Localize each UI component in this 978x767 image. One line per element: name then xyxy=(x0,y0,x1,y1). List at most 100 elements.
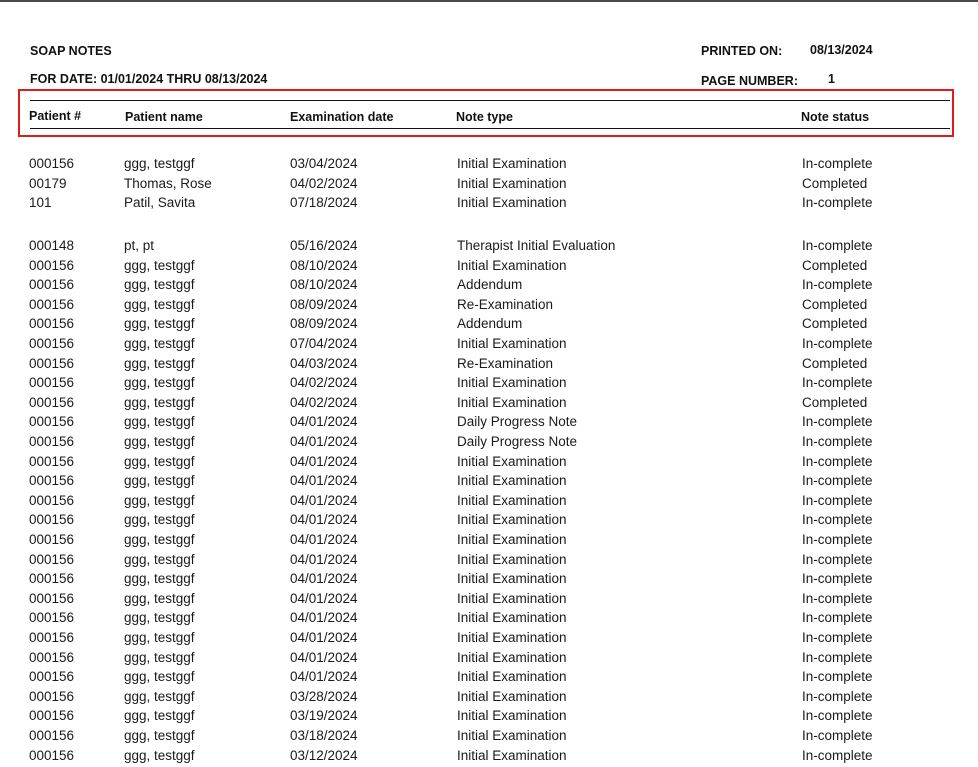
patient-number-cell: 000156 xyxy=(29,728,75,743)
examination-date-cell: 08/10/2024 xyxy=(290,277,358,293)
patient-name-cell: ggg, testggf xyxy=(124,414,195,430)
patient-number-cell: 000156 xyxy=(29,649,75,665)
patient-name-cell: ggg, testggf xyxy=(124,551,195,567)
patient-number-cell: 000156 xyxy=(29,532,75,547)
table-row: 000156 ggg, testggf 04/01/2024 Initial Exam… xyxy=(0,532,978,551)
note-status-cell: In-complete xyxy=(802,375,873,391)
patient-number-cell: 000156 xyxy=(29,375,75,391)
examination-date-cell: 08/10/2024 xyxy=(290,257,358,273)
patient-name-cell: ggg, testggf xyxy=(124,610,195,626)
note-status-cell: In-complete xyxy=(802,277,873,293)
patient-number-cell: 000156 xyxy=(29,453,75,469)
patient-number-cell: 101 xyxy=(29,195,52,211)
patient-number-cell: 00179 xyxy=(29,175,67,191)
patient-name-cell: ggg, testggf xyxy=(124,688,195,704)
patient-name-cell: ggg, testggf xyxy=(124,336,195,351)
table-row: 000156 ggg, testggf 08/09/2024 Addendum Comp… xyxy=(0,316,978,335)
note-type-cell: Initial Examination xyxy=(457,512,567,528)
examination-date-cell: 04/01/2024 xyxy=(290,512,358,528)
table-row: 000156 ggg, testggf 04/01/2024 Initial Exam… xyxy=(0,650,978,669)
note-status-cell: In-complete xyxy=(802,492,873,508)
note-type-cell: Initial Examination xyxy=(457,571,567,587)
patient-name-cell: ggg, testggf xyxy=(124,669,195,685)
patient-number-cell: 000156 xyxy=(29,316,75,332)
examination-date-cell: 04/01/2024 xyxy=(290,590,358,606)
table-row: 000156 ggg, testggf 03/04/2024 Initial Exam… xyxy=(0,156,978,175)
examination-date-cell: 08/09/2024 xyxy=(290,316,358,332)
note-type-cell: Initial Examination xyxy=(457,649,567,665)
note-status-cell: Completed xyxy=(802,175,868,191)
table-row: 000156 ggg, testggf 04/02/2024 Initial Exam… xyxy=(0,395,978,414)
patient-name-cell: ggg, testggf xyxy=(124,473,195,489)
examination-date-cell: 04/01/2024 xyxy=(290,532,358,547)
patient-name-cell: ggg, testggf xyxy=(124,630,195,645)
examination-date-cell: 07/04/2024 xyxy=(290,336,358,351)
patient-number-cell: 000156 xyxy=(29,355,75,371)
table-row: 000156 ggg, testggf 04/01/2024 Initial Exam… xyxy=(0,591,978,610)
examination-date-cell: 03/04/2024 xyxy=(290,156,358,171)
examination-date-cell: 04/01/2024 xyxy=(290,473,358,489)
examination-date-cell: 04/01/2024 xyxy=(290,669,358,685)
table-row: 000156 ggg, testggf 04/01/2024 Initial Exam… xyxy=(0,571,978,590)
patient-name-cell: ggg, testggf xyxy=(124,532,195,547)
note-status-cell: Completed xyxy=(802,296,868,312)
patient-name-cell: ggg, testggf xyxy=(124,257,195,273)
note-status-cell: In-complete xyxy=(802,238,873,253)
patient-number-cell: 000156 xyxy=(29,473,75,489)
patient-number-cell: 000156 xyxy=(29,551,75,567)
patient-name-cell: ggg, testggf xyxy=(124,156,195,171)
note-type-cell: Initial Examination xyxy=(457,257,567,273)
patient-number-cell: 000156 xyxy=(29,336,75,351)
patient-name-cell: ggg, testggf xyxy=(124,453,195,469)
table-row: 000156 ggg, testggf 07/04/2024 Initial Exam… xyxy=(0,336,978,355)
note-status-cell: Completed xyxy=(802,355,868,371)
patient-number-cell: 000148 xyxy=(29,238,75,253)
note-status-cell: In-complete xyxy=(802,414,873,430)
table-row: 00179 Thomas, Rose 04/02/2024 Initial Exami… xyxy=(0,176,978,195)
note-status-cell: In-complete xyxy=(802,195,873,211)
examination-date-cell: 04/02/2024 xyxy=(290,175,358,191)
table-row: 000156 ggg, testggf 03/28/2024 Initial Exam… xyxy=(0,689,978,708)
patient-name-cell: ggg, testggf xyxy=(124,512,195,528)
note-status-cell: Completed xyxy=(802,316,868,332)
table-row: 000156 ggg, testggf 03/18/2024 Initial Exam… xyxy=(0,728,978,747)
table-row: 000156 ggg, testggf 04/01/2024 Daily Progre… xyxy=(0,414,978,433)
table-row: 000156 ggg, testggf 04/01/2024 Initial Exam… xyxy=(0,454,978,473)
table-row: 000156 ggg, testggf 03/19/2024 Initial Exam… xyxy=(0,708,978,727)
note-type-cell: Re-Examination xyxy=(457,355,554,371)
table-row: 000156 ggg, testggf 04/01/2024 Initial Exam… xyxy=(0,552,978,571)
table-row: 000156 ggg, testggf 04/01/2024 Initial Exam… xyxy=(0,493,978,512)
patient-number-cell: 000156 xyxy=(29,296,75,312)
note-status-cell: In-complete xyxy=(802,453,873,469)
note-type-cell: Initial Examination xyxy=(457,708,567,724)
patient-name-cell: ggg, testggf xyxy=(124,708,195,724)
patient-number-cell: 000156 xyxy=(29,669,75,685)
table-row: 000156 ggg, testggf 04/02/2024 Initial Exam… xyxy=(0,375,978,394)
examination-date-cell: 08/09/2024 xyxy=(290,296,358,312)
patient-name-cell: Patil, Savita xyxy=(124,195,196,211)
note-status-cell: In-complete xyxy=(802,649,873,665)
examination-date-cell: 04/01/2024 xyxy=(290,453,358,469)
table-row: 000156 ggg, testggf 04/01/2024 Initial Exam… xyxy=(0,669,978,688)
patient-name-cell: ggg, testggf xyxy=(124,492,195,508)
examination-date-cell: 07/18/2024 xyxy=(290,195,358,211)
patient-number-cell: 000156 xyxy=(29,492,75,508)
note-status-cell: In-complete xyxy=(802,512,873,528)
patient-name-cell: Thomas, Rose xyxy=(124,175,212,191)
note-type-cell: Initial Examination xyxy=(457,195,567,211)
note-type-cell: Initial Examination xyxy=(457,532,567,547)
table-row: 000156 ggg, testggf 04/03/2024 Re-Examinati… xyxy=(0,356,978,375)
patient-number-cell: 000156 xyxy=(29,610,75,626)
examination-date-cell: 04/01/2024 xyxy=(290,551,358,567)
table-row: 000156 ggg, testggf 04/01/2024 Initial Exam… xyxy=(0,473,978,492)
table-row: 000156 ggg, testggf 08/10/2024 Addendum In-c… xyxy=(0,277,978,296)
table-row: 000156 ggg, testggf 03/12/2024 Initial Exam… xyxy=(0,748,978,767)
table-row: 000156 ggg, testggf 04/01/2024 Initial Exam… xyxy=(0,630,978,649)
examination-date-cell: 04/02/2024 xyxy=(290,375,358,391)
note-type-cell: Daily Progress Note xyxy=(457,434,578,449)
note-type-cell: Initial Examination xyxy=(457,492,567,508)
note-type-cell: Initial Examination xyxy=(457,473,567,489)
patient-number-cell: 000156 xyxy=(29,434,75,449)
note-type-cell: Initial Examination xyxy=(457,590,567,606)
patient-name-cell: ggg, testggf xyxy=(124,355,195,371)
